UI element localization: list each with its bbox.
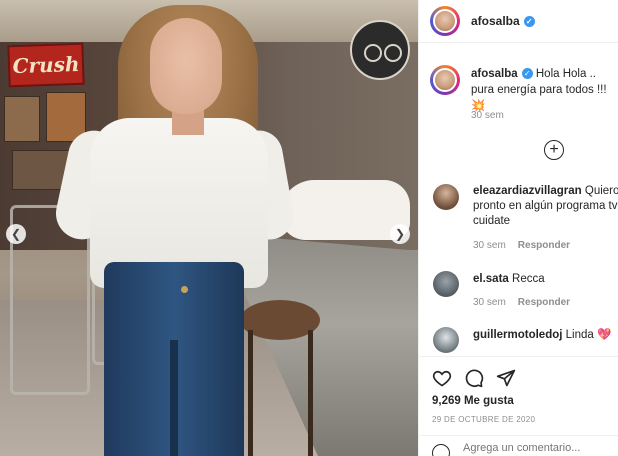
bicycle-sign <box>350 20 410 80</box>
commenter-avatar[interactable] <box>433 271 459 297</box>
reply-button[interactable]: Responder <box>518 297 570 308</box>
commenter-avatar[interactable] <box>433 327 459 353</box>
caption-time[interactable]: 30 sem <box>471 110 504 121</box>
comment-item: guillermotoledoj Linda 💖 <box>473 328 618 343</box>
comment-username[interactable]: el.sata <box>473 273 509 285</box>
stool-leg <box>308 330 313 456</box>
caption-username[interactable]: afosalba <box>471 68 518 80</box>
jeans-button <box>181 286 188 293</box>
author-username-text[interactable]: afosalba <box>471 14 520 28</box>
add-comment-bar <box>419 435 618 456</box>
stool-leg <box>248 330 253 456</box>
verified-badge-icon: ✓ <box>523 16 535 27</box>
post-date: 29 DE OCTUBRE DE 2020 <box>432 415 536 424</box>
likes-count[interactable]: 9,269 Me gusta <box>432 395 514 407</box>
caption-author-avatar[interactable] <box>430 65 460 95</box>
comment-text-line: cuidate <box>473 214 618 229</box>
crush-sign: Crush <box>7 42 85 88</box>
add-comment-input[interactable] <box>463 442 613 454</box>
heart-icon[interactable] <box>432 368 452 388</box>
comment-text: Linda 💖 <box>565 329 612 341</box>
comment-text: cuidate <box>473 215 511 227</box>
comment-icon[interactable] <box>464 368 484 388</box>
send-icon[interactable] <box>496 368 516 388</box>
comment-text-line: pronto en algún programa tv <box>473 199 618 214</box>
author-username[interactable]: afosalba ✓ <box>471 14 535 28</box>
comment-meta: 30 sem Responder <box>473 297 570 308</box>
emoji-icon[interactable] <box>432 444 450 456</box>
comment-text: pronto en algún programa tv <box>473 200 618 212</box>
comment-time: 30 sem <box>473 240 506 251</box>
post-caption: afosalba ✓ Hola Hola .. pura energía para… <box>471 66 617 114</box>
chevron-left-icon[interactable]: ❮ <box>6 224 26 244</box>
author-avatar[interactable] <box>430 6 460 36</box>
post-header: afosalba ✓ <box>419 0 618 43</box>
comment-meta: 30 sem Responder <box>473 240 570 251</box>
post-photo[interactable]: Crush ❮ ❯ <box>0 0 418 456</box>
comment-time: 30 sem <box>473 297 506 308</box>
caption-meta: 30 sem <box>471 110 504 121</box>
post-actions: 9,269 Me gusta 29 DE OCTUBRE DE 2020 <box>419 356 618 456</box>
woman-face <box>150 18 222 114</box>
verified-badge-icon: ✓ <box>521 68 533 79</box>
comment-username[interactable]: guillermotoledoj <box>473 329 562 341</box>
comment-text: Recca <box>512 273 545 285</box>
commenter-avatar[interactable] <box>433 184 459 210</box>
jeans-inseam <box>170 340 178 456</box>
chevron-right-icon[interactable]: ❯ <box>390 224 410 244</box>
post-side-panel: afosalba ✓ afosalba ✓ Hola Hola .. pura en… <box>418 0 618 456</box>
comment-username[interactable]: eleazardiazvillagran <box>473 185 582 197</box>
comment-text: Quiero v <box>584 185 618 197</box>
reply-button[interactable]: Responder <box>518 240 570 251</box>
comment-item: el.sata Recca <box>473 272 618 287</box>
comment-item: eleazardiazvillagran Quiero v <box>473 184 618 199</box>
plus-circle-icon[interactable]: + <box>544 140 564 160</box>
wall-poster <box>4 96 40 142</box>
